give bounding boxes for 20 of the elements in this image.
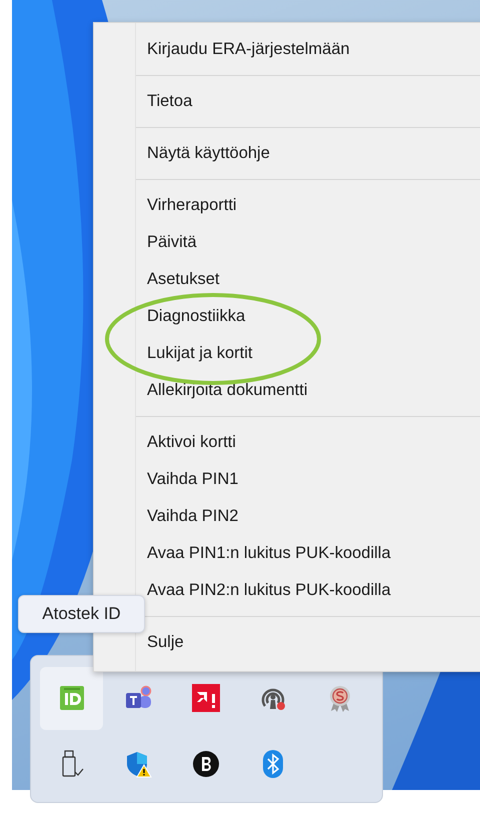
menu-item[interactable]: Näytä käyttöohje (94, 135, 480, 172)
menu-item[interactable]: Avaa PIN1:n lukitus PUK-koodilla (94, 535, 480, 572)
menu-item[interactable]: Aktivoi kortti (94, 424, 480, 461)
alert-logo-icon (192, 684, 220, 712)
menu-item[interactable]: Diagnostiikka (94, 298, 480, 335)
tooltip: Atostek ID (18, 595, 145, 633)
shield-warning-icon (124, 750, 152, 778)
menu-item[interactable]: Kirjaudu ERA-järjestelmään (94, 31, 480, 68)
b-circle-icon (192, 750, 220, 778)
menu-item[interactable]: Asetukset (94, 261, 480, 298)
menu-item[interactable]: Vaihda PIN2 (94, 498, 480, 535)
menu-item[interactable]: Päivitä (94, 224, 480, 261)
menu-item[interactable]: Lukijat ja kortit (94, 335, 480, 372)
teams-icon (124, 685, 154, 711)
menu-item[interactable]: Vaihda PIN1 (94, 461, 480, 498)
menu-item[interactable]: Allekirjoita dokumentti (94, 372, 480, 409)
menu-item[interactable]: Tietoa (94, 83, 480, 120)
menu-item[interactable]: Virheraportti (94, 187, 480, 224)
bluetooth-icon (262, 750, 282, 778)
id-card-icon (58, 685, 84, 711)
